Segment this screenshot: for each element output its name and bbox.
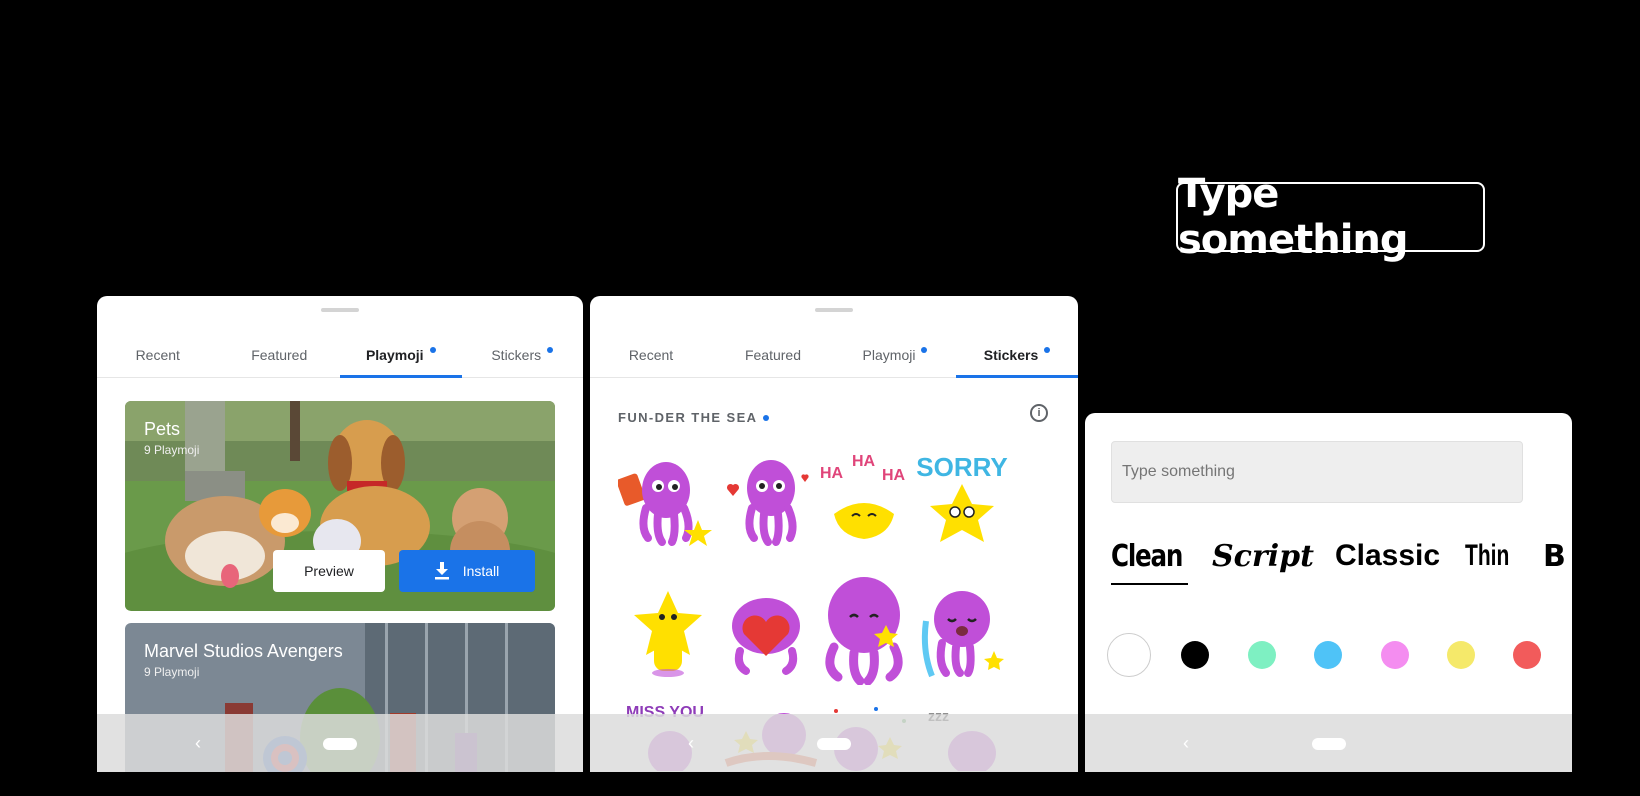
sticker-octopus-cry[interactable]: [912, 581, 1012, 686]
font-option-clean[interactable]: Clean: [1111, 539, 1183, 574]
font-option-script[interactable]: Script: [1212, 539, 1314, 574]
color-swatch-red[interactable]: [1513, 641, 1541, 669]
download-icon: [434, 562, 449, 580]
tab-featured[interactable]: Featured: [712, 332, 834, 377]
sticker-text: SORRY: [916, 452, 1008, 482]
section-title: FUN-DER THE SEA: [618, 410, 770, 425]
info-icon[interactable]: i: [1030, 404, 1048, 422]
sticker-text: HA: [882, 467, 906, 484]
install-button[interactable]: Install: [399, 550, 535, 592]
phone-stickers: Recent Featured Playmoji Stickers FUN-DE…: [590, 296, 1078, 772]
card-title: Marvel Studios Avengers: [144, 641, 343, 661]
drag-handle[interactable]: [815, 308, 853, 312]
color-swatch-black[interactable]: [1181, 641, 1209, 669]
color-swatch-white[interactable]: [1107, 633, 1151, 677]
sticker-octopus-cheer[interactable]: [616, 448, 718, 553]
back-chevron-icon[interactable]: ‹: [195, 733, 201, 754]
drag-handle[interactable]: [321, 308, 359, 312]
card-title: Pets: [144, 419, 181, 439]
font-option-bold[interactable]: B: [1543, 539, 1566, 574]
tab-bar: Recent Featured Playmoji Stickers: [97, 332, 583, 378]
tab-recent[interactable]: Recent: [97, 332, 219, 377]
tab-bar: Recent Featured Playmoji Stickers: [590, 332, 1078, 378]
home-pill[interactable]: [323, 738, 357, 750]
system-nav-bar: ‹: [590, 714, 1078, 772]
new-dot: [429, 346, 436, 353]
new-dot: [1044, 346, 1051, 353]
sticker-text: HA: [820, 465, 844, 482]
tab-playmoji[interactable]: Playmoji: [340, 332, 462, 378]
back-chevron-icon[interactable]: ‹: [688, 733, 694, 754]
home-pill[interactable]: [817, 738, 851, 750]
sticker-octopus-hug[interactable]: [814, 573, 914, 686]
phone-text-sticker: Type something Clean Script Classic Thin…: [1085, 413, 1572, 772]
new-dot: [547, 346, 554, 353]
new-dot: [763, 414, 770, 421]
sticker-star-sorry[interactable]: SORRY: [912, 446, 1012, 551]
sticker-octopus-love[interactable]: [716, 448, 816, 553]
text-input[interactable]: Type something: [1111, 441, 1523, 503]
card-subtitle: 9 Playmoji: [144, 665, 200, 679]
font-option-classic[interactable]: Classic: [1335, 539, 1440, 573]
color-swatch-yellow[interactable]: [1447, 641, 1475, 669]
system-nav-bar: ‹: [97, 714, 583, 772]
system-nav-bar: ‹: [1085, 714, 1572, 772]
font-option-thin[interactable]: Thin: [1465, 539, 1509, 573]
card-subtitle: 9 Playmoji: [144, 443, 200, 457]
sticker-octopus-heart[interactable]: [716, 581, 816, 686]
color-swatch-blue[interactable]: [1314, 641, 1342, 669]
sticker-star-shy[interactable]: [618, 581, 718, 686]
tab-recent[interactable]: Recent: [590, 332, 712, 377]
sticker-text: HA: [852, 453, 876, 470]
home-pill[interactable]: [1311, 738, 1346, 750]
preview-button[interactable]: Preview: [273, 550, 385, 592]
playmoji-card-pets[interactable]: Pets 9 Playmoji Preview Install: [125, 401, 555, 611]
back-chevron-icon[interactable]: ‹: [1183, 733, 1189, 754]
new-dot: [921, 346, 928, 353]
tab-featured[interactable]: Featured: [219, 332, 341, 377]
selected-font-underline: [1111, 583, 1188, 585]
tab-playmoji[interactable]: Playmoji: [834, 332, 956, 377]
color-swatch-pink[interactable]: [1381, 641, 1409, 669]
sticker-star-haha[interactable]: HA HA HA: [814, 446, 914, 551]
tab-stickers[interactable]: Stickers: [956, 332, 1078, 378]
type-something-callout: Type something: [1176, 171, 1485, 263]
phone-playmoji: Recent Featured Playmoji Stickers Pets 9…: [97, 296, 583, 772]
tab-stickers[interactable]: Stickers: [462, 332, 584, 377]
color-swatch-mint[interactable]: [1248, 641, 1276, 669]
